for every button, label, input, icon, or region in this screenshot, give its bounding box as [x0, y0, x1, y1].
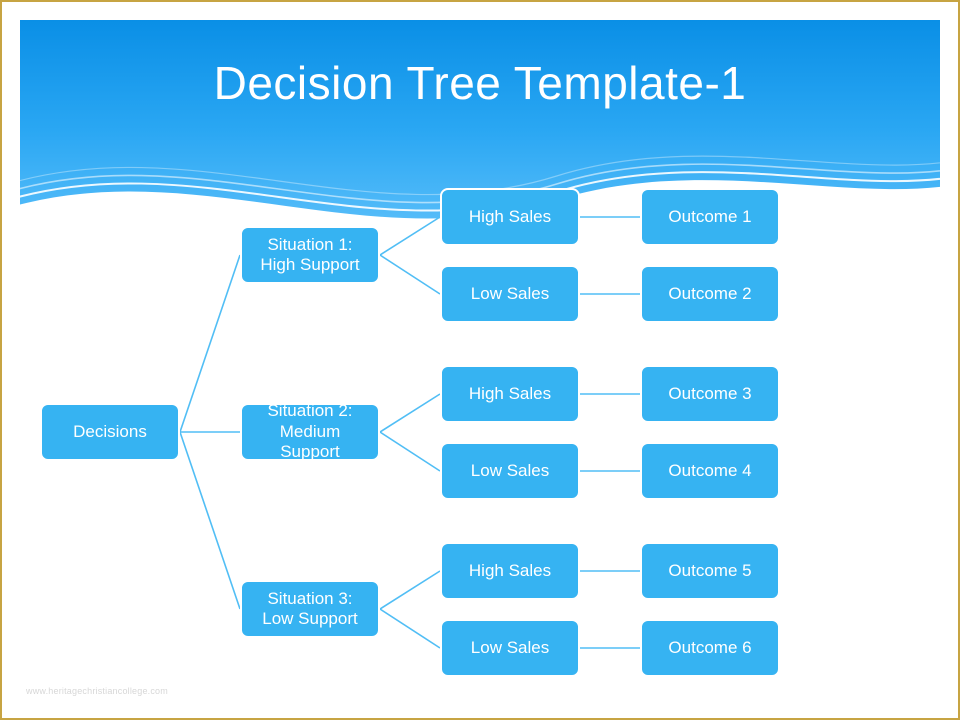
node-sales-1: High Sales	[440, 188, 580, 246]
node-outcome-4: Outcome 4	[640, 442, 780, 500]
slide-canvas: Decision Tree Template-1 Decisions	[20, 20, 940, 700]
node-sales-4: Low Sales	[440, 442, 580, 500]
node-outcome-2: Outcome 2	[640, 265, 780, 323]
slide-frame: Decision Tree Template-1 Decisions	[0, 0, 960, 720]
node-situation-2: Situation 2: Medium Support	[240, 403, 380, 461]
node-sales-2: Low Sales	[440, 265, 580, 323]
node-outcome-1: Outcome 1	[640, 188, 780, 246]
node-outcome-5: Outcome 5	[640, 542, 780, 600]
node-situation-1: Situation 1: High Support	[240, 226, 380, 284]
watermark: www.heritagechristiancollege.com	[26, 686, 168, 696]
node-situation-3: Situation 3: Low Support	[240, 580, 380, 638]
node-outcome-6: Outcome 6	[640, 619, 780, 677]
node-sales-5: High Sales	[440, 542, 580, 600]
node-sales-3: High Sales	[440, 365, 580, 423]
node-outcome-3: Outcome 3	[640, 365, 780, 423]
node-root: Decisions	[40, 403, 180, 461]
node-sales-6: Low Sales	[440, 619, 580, 677]
